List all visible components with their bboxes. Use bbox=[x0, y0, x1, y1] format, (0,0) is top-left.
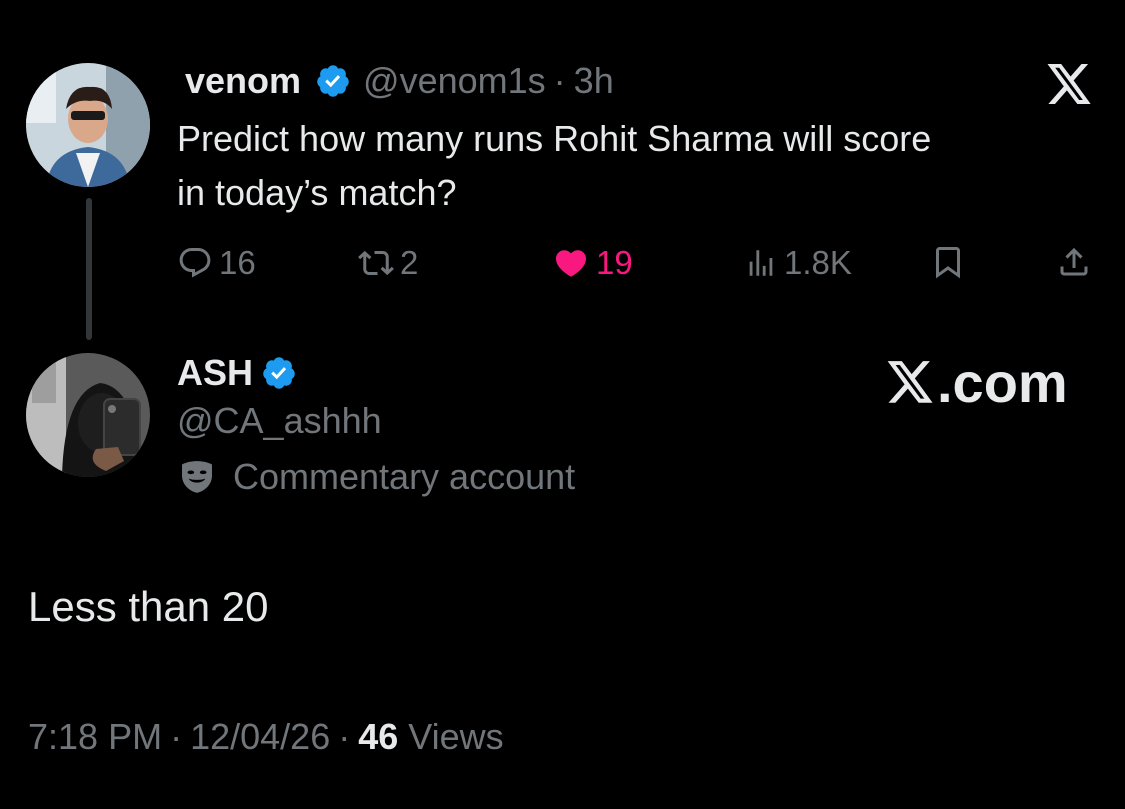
reply-verified-badge-icon bbox=[261, 355, 297, 391]
verified-badge-icon bbox=[315, 63, 351, 99]
parent-tweet-text: Predict how many runs Rohit Sharma will … bbox=[177, 112, 931, 220]
reply-handle[interactable]: @CA_ashhh bbox=[177, 400, 382, 442]
timestamp-separator-1: · bbox=[170, 716, 183, 757]
ash-avatar-image bbox=[26, 353, 150, 477]
views-chart-icon bbox=[749, 250, 773, 276]
parent-handle[interactable]: @venom1s bbox=[363, 60, 546, 102]
share-icon bbox=[1060, 247, 1088, 276]
ash-avatar[interactable] bbox=[26, 353, 150, 477]
parent-tweet-header: venom @venom1s · 3h bbox=[185, 58, 614, 104]
thread-connector-line bbox=[86, 198, 92, 340]
parent-display-name[interactable]: venom bbox=[185, 60, 301, 102]
reply-action[interactable]: 16 bbox=[177, 244, 256, 282]
xcom-watermark: .com bbox=[885, 350, 1068, 415]
reply-header: ASH bbox=[177, 350, 297, 396]
views-total-label: Views bbox=[408, 716, 504, 757]
timestamp-separator-2: · bbox=[338, 716, 351, 757]
like-action[interactable]: 19 bbox=[552, 244, 633, 282]
parent-tweet-text-line2: in today’s match? bbox=[177, 172, 457, 213]
reply-icon bbox=[179, 248, 211, 278]
timestamp-date[interactable]: 12/04/26 bbox=[190, 716, 330, 758]
views-action[interactable]: 1.8K bbox=[744, 244, 852, 282]
x-logo-icon bbox=[1045, 62, 1093, 108]
reply-display-name[interactable]: ASH bbox=[177, 352, 253, 394]
account-label-text: Commentary account bbox=[233, 456, 576, 497]
reply-tweet-text: Less than 20 bbox=[28, 583, 269, 630]
like-count: 19 bbox=[596, 244, 633, 281]
repost-count: 2 bbox=[400, 244, 419, 281]
parent-separator: · bbox=[553, 60, 566, 101]
views-total-count: 46 bbox=[358, 716, 399, 757]
watermark-text: .com bbox=[937, 351, 1068, 414]
parent-tweet-text-line1: Predict how many runs Rohit Sharma will … bbox=[177, 118, 932, 159]
watermark-x-logo-icon bbox=[887, 360, 933, 403]
heart-icon bbox=[555, 250, 587, 277]
parent-time[interactable]: 3h bbox=[574, 60, 614, 102]
account-label[interactable]: Commentary account bbox=[177, 456, 575, 498]
bookmark-icon bbox=[936, 247, 960, 279]
reply-count: 16 bbox=[219, 244, 256, 281]
venom-avatar[interactable] bbox=[26, 63, 150, 187]
repost-icon bbox=[358, 250, 394, 276]
views-count: 1.8K bbox=[784, 244, 852, 281]
bookmark-action[interactable] bbox=[930, 244, 966, 280]
share-action[interactable] bbox=[1056, 244, 1092, 280]
venom-avatar-image bbox=[26, 63, 150, 187]
timestamp-time[interactable]: 7:18 PM bbox=[28, 716, 162, 758]
repost-action[interactable]: 2 bbox=[358, 244, 418, 282]
theater-masks-icon bbox=[177, 457, 217, 497]
timestamp-line: 7:18 PM · 12/04/26 · 46 Views bbox=[28, 716, 504, 758]
